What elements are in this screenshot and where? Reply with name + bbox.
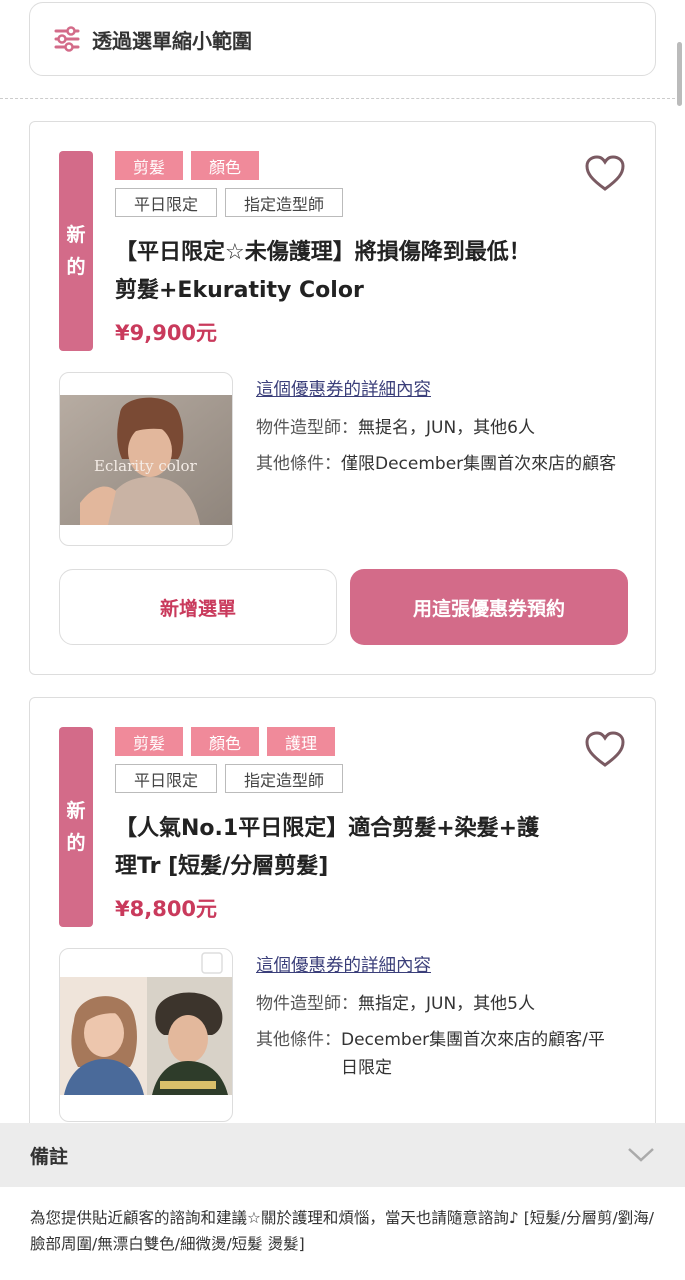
stylist-label: 物件造型師： (256, 418, 358, 438)
category-tags: 剪髮 顏色 (115, 151, 260, 180)
stylist-info: 物件造型師： 無指定，JUN，其他5人 (256, 990, 648, 1018)
notes-title: 備註 (30, 1145, 69, 1168)
coupon-title: 【平日限定☆未傷護理】將損傷降到最低！ 剪髮+Ekuratity Color (115, 240, 531, 303)
favorite-heart-icon[interactable] (585, 155, 625, 193)
category-tag: 顏色 (191, 151, 260, 180)
category-tag: 顏色 (191, 727, 260, 756)
notes-accordion[interactable]: 備註 (0, 1123, 685, 1187)
condition-tags: 平日限定 指定造型師 (115, 188, 344, 217)
other-conditions-info: 其他條件： December集團首次來店的顧客/平日限定 (256, 1026, 621, 1082)
notes-body: 為您提供貼近顧客的諮詢和建議☆關於護理和煩惱，當天也請隨意諮詢♪ [短髮/分層剪… (0, 1187, 685, 1280)
category-tag: 剪髮 (115, 727, 184, 756)
coupon-card: 新的 剪髮 顏色 平日限定 指定造型師 【平日限定☆未傷護理】將損傷降到最低！ … (29, 121, 656, 675)
filter-menu-button[interactable]: 透過選單縮小範圍 (29, 2, 656, 76)
coupon-price: ¥8,800元 (115, 897, 218, 921)
condition-tags: 平日限定 指定造型師 (115, 764, 344, 793)
new-badge: 新的 (59, 727, 93, 927)
other-conditions-info: 其他條件： 僅限December集團首次來店的顧客 (256, 450, 621, 478)
other-conditions-value: 僅限December集團首次來店的顧客 (341, 454, 617, 474)
category-tag: 剪髮 (115, 151, 184, 180)
stylist-label: 物件造型師： (256, 994, 358, 1014)
coupon-detail-link[interactable]: 這個優惠券的詳細內容 (256, 952, 431, 977)
divider (0, 98, 675, 99)
condition-tag: 平日限定 (115, 764, 218, 793)
coupon-title: 【人氣No.1平日限定】適合剪髮+染髮+護理Tr [短髮/分層剪髮] (115, 816, 540, 879)
condition-tag: 指定造型師 (225, 188, 344, 217)
stylist-value: 無提名，JUN，其他6人 (358, 418, 535, 438)
coupon-detail-link[interactable]: 這個優惠券的詳細內容 (256, 376, 431, 401)
book-with-coupon-button[interactable]: 用這張優惠券預約 (350, 569, 628, 645)
chevron-down-icon (628, 1148, 654, 1162)
category-tag: 護理 (267, 727, 336, 756)
filter-label: 透過選單縮小範圍 (92, 28, 252, 53)
add-menu-button[interactable]: 新增選單 (59, 569, 337, 645)
stylist-value: 無指定，JUN，其他5人 (358, 994, 535, 1014)
other-conditions-label: 其他條件： (256, 1030, 341, 1050)
category-tags: 剪髮 顏色 護理 (115, 727, 336, 756)
coupon-image: Eclarity color (59, 372, 233, 546)
coupon-card: 新的 剪髮 顏色 護理 平日限定 指定造型師 【人氣No.1平日限定】適合剪髮+… (29, 697, 656, 1137)
other-conditions-label: 其他條件： (256, 454, 341, 474)
sliders-icon (54, 26, 80, 52)
image-caption: Eclarity color (94, 457, 198, 475)
condition-tag: 指定造型師 (225, 764, 344, 793)
new-badge: 新的 (59, 151, 93, 351)
scrollbar[interactable] (677, 42, 682, 106)
stylist-info: 物件造型師： 無提名，JUN，其他6人 (256, 414, 648, 442)
coupon-image (59, 948, 233, 1122)
favorite-heart-icon[interactable] (585, 731, 625, 769)
coupon-price: ¥9,900元 (115, 321, 218, 345)
condition-tag: 平日限定 (115, 188, 218, 217)
other-conditions-value: December集團首次來店的顧客/平日限定 (341, 1030, 605, 1078)
